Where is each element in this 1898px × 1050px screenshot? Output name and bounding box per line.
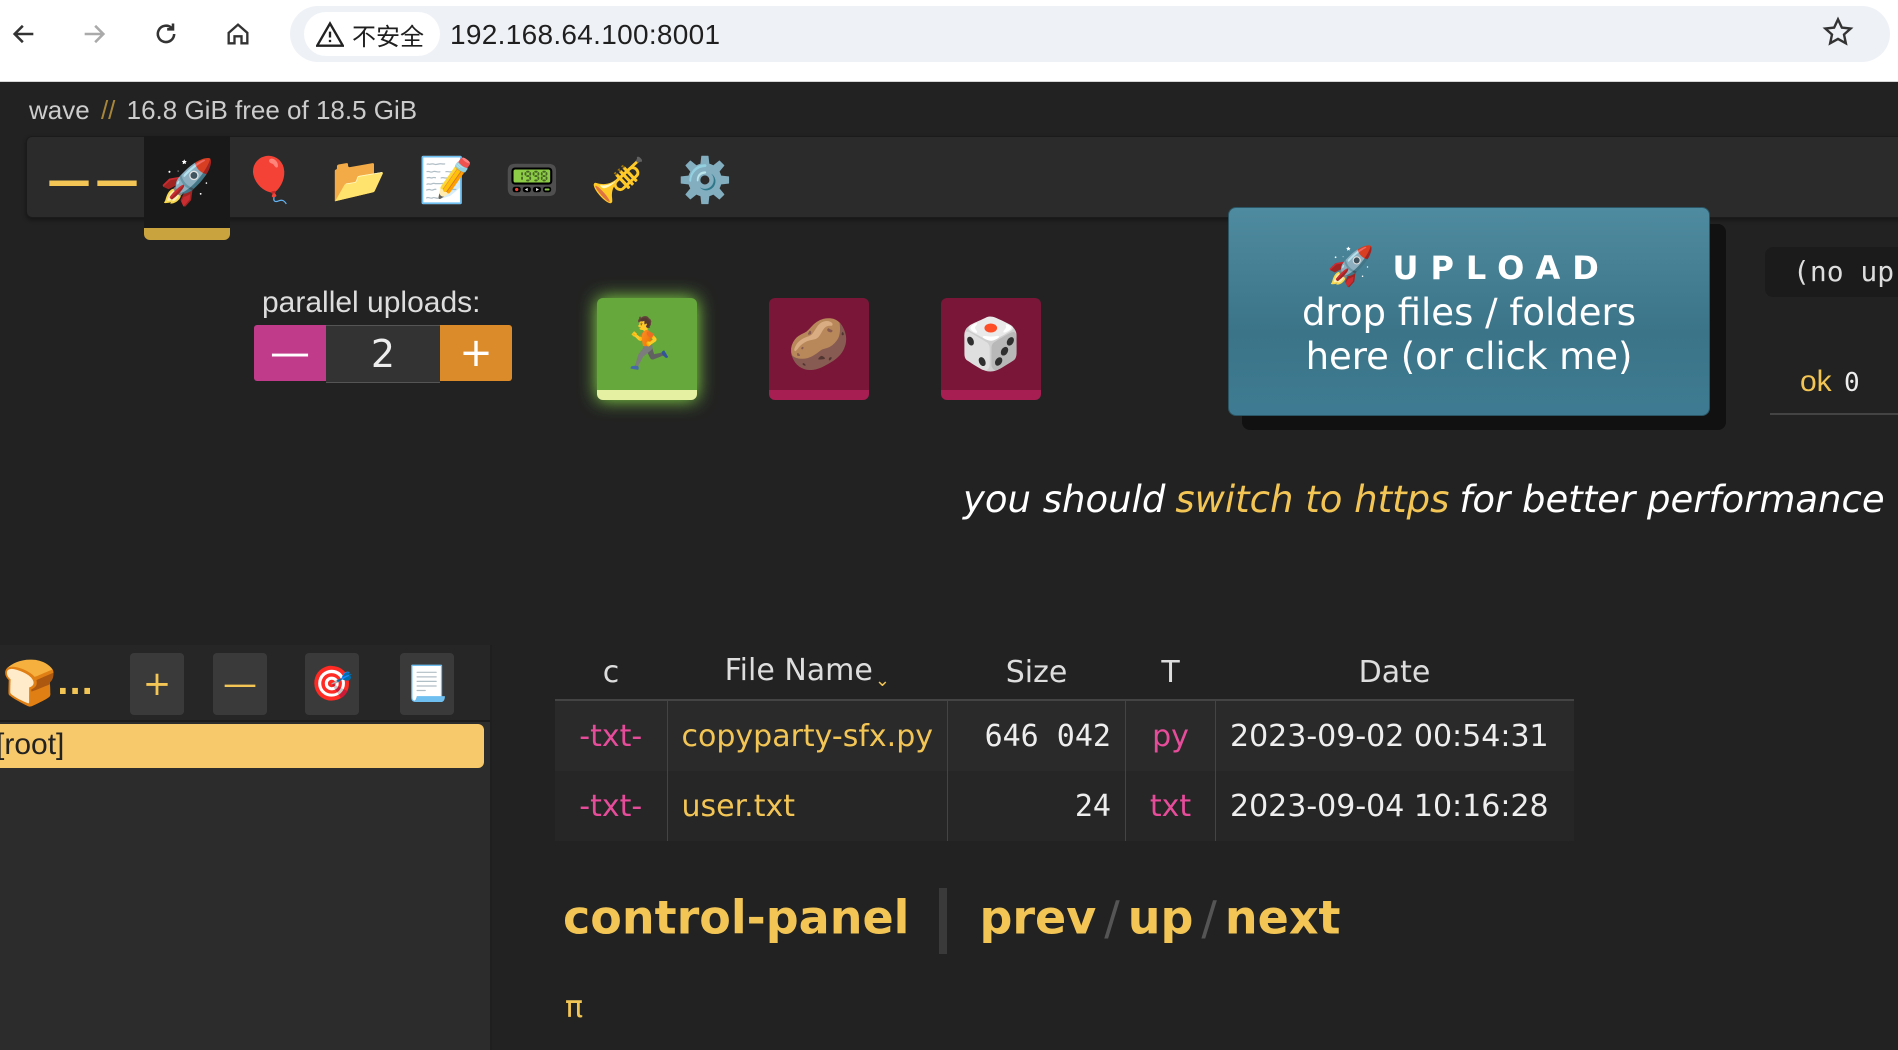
upload-dropzone[interactable]: 🚀 UPLOAD drop files / folders here (or cl…: [1228, 207, 1710, 416]
security-label: 不安全: [352, 22, 424, 51]
up-link[interactable]: up: [1128, 891, 1194, 945]
balloon-icon: 🎈: [241, 155, 297, 206]
page-icon: 📃: [405, 664, 449, 704]
nav-slash: /: [1201, 890, 1217, 945]
tab-unpost[interactable]: 🎺: [575, 136, 661, 224]
ok-count: 0: [1844, 368, 1860, 398]
upload-status-box: (no up: [1765, 247, 1898, 297]
back-arrow-icon: [12, 24, 34, 44]
volume-name: wave: [29, 95, 90, 125]
tab-msg[interactable]: 📟: [489, 136, 575, 224]
forward-button[interactable]: [76, 16, 112, 52]
col-header-type[interactable]: T: [1125, 645, 1216, 701]
tree-narrower-button[interactable]: —: [213, 653, 267, 715]
tree-sidebar: 🍞... + — 🎯 📃 [root]: [0, 645, 492, 1050]
file-type: txt: [1125, 771, 1216, 841]
file-size: 24: [947, 771, 1126, 841]
tree-root-item[interactable]: [root]: [0, 724, 484, 768]
file-name-link[interactable]: user.txt: [667, 771, 948, 841]
file-name-link[interactable]: copyparty-sfx.py: [667, 700, 948, 771]
switch-to-https-link[interactable]: switch to https: [1175, 478, 1449, 521]
potato-mode-button[interactable]: 🥔: [769, 298, 869, 400]
next-link[interactable]: next: [1225, 891, 1341, 945]
upload-hint-line-2: here (or click me): [1305, 335, 1633, 378]
col-header-name[interactable]: File Name ⌄: [667, 645, 948, 701]
random-order-button[interactable]: 🎲: [941, 298, 1041, 400]
tab-new-md[interactable]: 📝: [403, 136, 489, 224]
https-hint-post: for better performance: [1459, 478, 1885, 521]
nav-divider: [939, 888, 948, 954]
pager-icon: 📟: [504, 155, 560, 206]
footer-nav: control-panel prev / up / next: [563, 888, 1341, 954]
rocket-icon: 🚀: [159, 157, 215, 208]
home-button[interactable]: [220, 16, 256, 52]
file-tag-link[interactable]: -txt-: [555, 771, 668, 841]
address-bar[interactable]: 不安全 192.168.64.100:8001: [290, 6, 1890, 62]
https-hint-pre: you should: [963, 478, 1166, 521]
tab-bup[interactable]: 🎈: [226, 136, 312, 224]
disk-free: 16.8 GiB free of 18.5 GiB: [126, 95, 418, 125]
url-text[interactable]: 192.168.64.100:8001: [450, 19, 720, 51]
rocket-icon: 🚀: [1327, 244, 1375, 288]
security-chip[interactable]: 不安全: [304, 12, 440, 56]
tab-toggle[interactable]: ——: [47, 136, 139, 224]
folder-icon: 📂: [331, 155, 387, 206]
volume-info: wave // 16.8 GiB free of 18.5 GiB: [29, 95, 417, 126]
table-row[interactable]: -txt- copyparty-sfx.py 646 042 py 2023-0…: [555, 700, 1574, 771]
tab-mkdir[interactable]: 📂: [316, 136, 402, 224]
parallel-uploads-input[interactable]: 2: [326, 325, 440, 383]
runner-icon: 🏃: [615, 314, 679, 373]
warning-triangle-icon: [316, 21, 344, 47]
file-date: 2023-09-04 10:16:28: [1215, 771, 1574, 841]
pi-link[interactable]: π: [565, 990, 583, 1025]
back-button[interactable]: [6, 16, 42, 52]
parallel-decrease-button[interactable]: —: [254, 325, 326, 381]
trumpet-icon: 🎺: [590, 155, 646, 206]
file-date: 2023-09-02 00:54:31: [1215, 700, 1574, 771]
sort-desc-icon: ⌄: [874, 670, 890, 691]
bookmark-star-icon[interactable]: [1822, 16, 1854, 52]
col-header-size[interactable]: Size: [947, 645, 1126, 701]
tab-upload[interactable]: 🚀: [144, 136, 230, 240]
tree-scroll-to-button[interactable]: 🎯: [305, 653, 359, 715]
parallel-increase-button[interactable]: +: [440, 325, 512, 381]
forward-arrow-icon: [84, 24, 106, 44]
https-hint: you should switch to https for better perf…: [963, 478, 1885, 521]
file-tag-link[interactable]: -txt-: [555, 700, 668, 771]
file-table: c File Name ⌄ Size T Date -txt- copyparty…: [555, 645, 1574, 841]
home-icon: [227, 23, 249, 45]
nav-slash: /: [1104, 890, 1120, 945]
ok-counter: ok 0: [1770, 355, 1898, 415]
dice-icon: 🎲: [959, 314, 1023, 373]
col-header-c[interactable]: c: [555, 645, 667, 701]
upload-hint-line-1: drop files / folders: [1301, 291, 1637, 334]
bread-icon: 🍞: [2, 658, 57, 709]
table-row[interactable]: -txt- user.txt 24 txt 2023-09-04 10:16:2…: [555, 771, 1574, 841]
col-header-name-label: File Name: [724, 653, 873, 688]
turbo-mode-button[interactable]: 🏃: [597, 298, 697, 400]
parallel-uploads-label: parallel uploads:: [262, 286, 481, 319]
gear-icon: ⚙️: [677, 155, 733, 206]
tree-wider-button[interactable]: +: [130, 653, 184, 715]
ok-label: ok: [1800, 365, 1832, 398]
control-panel-link[interactable]: control-panel: [563, 891, 909, 945]
upload-title: 🚀 UPLOAD: [1229, 244, 1709, 289]
col-header-date[interactable]: Date: [1215, 645, 1574, 701]
file-size: 646 042: [947, 700, 1126, 771]
upload-title-text: UPLOAD: [1392, 249, 1611, 287]
file-type: py: [1125, 700, 1216, 771]
tab-settings[interactable]: ⚙️: [662, 136, 748, 224]
volume-separator: //: [100, 95, 116, 125]
reload-button[interactable]: [148, 16, 184, 52]
tree-toggle-button[interactable]: 📃: [400, 653, 454, 715]
browser-toolbar: 不安全 192.168.64.100:8001: [0, 0, 1898, 82]
target-icon: 🎯: [310, 664, 354, 704]
reload-icon: [156, 23, 176, 44]
prev-link[interactable]: prev: [979, 891, 1096, 945]
memo-icon: 📝: [418, 155, 474, 206]
tree-toolbar: 🍞... + — 🎯 📃: [0, 645, 490, 722]
tree-breadcrumb[interactable]: 🍞...: [2, 655, 93, 709]
breadcrumb-more: ...: [56, 664, 94, 702]
potato-icon: 🥔: [787, 314, 851, 373]
